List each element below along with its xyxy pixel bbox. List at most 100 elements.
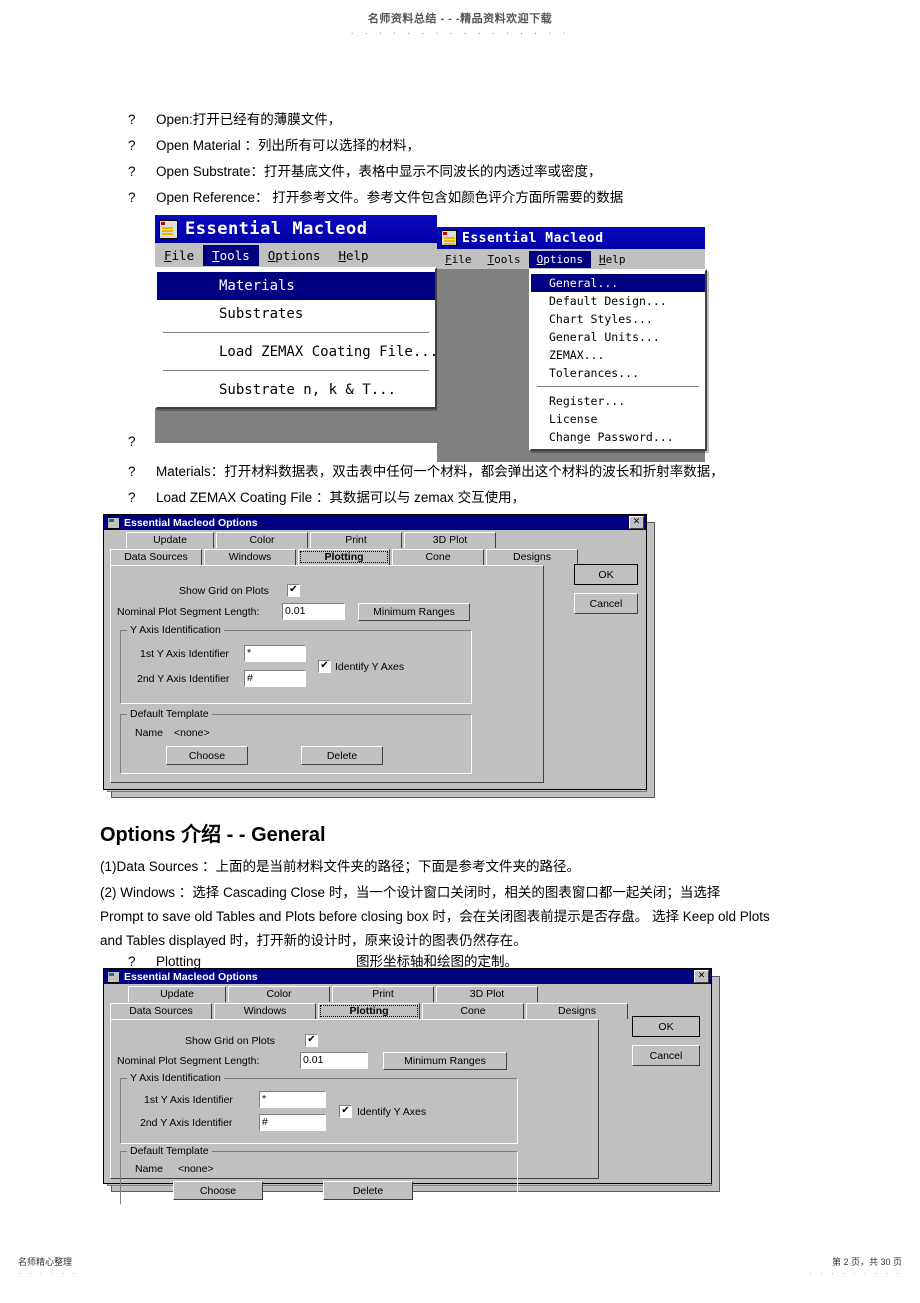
menu-item-load-zemax-coating-file[interactable]: Load ZEMAX Coating File... [157,338,438,366]
close-icon[interactable]: ✕ [629,516,644,529]
tab-designs[interactable]: Designs [526,1003,628,1019]
minimum-ranges-button[interactable]: Minimum Ranges [358,603,470,621]
menu-item-substrate-nkt[interactable]: Substrate n, k & T... [157,376,435,404]
menu-item-materials[interactable]: Materials [157,272,435,300]
menu-item-general[interactable]: General... [531,274,705,292]
cancel-button[interactable]: Cancel [574,593,638,614]
menu-tools[interactable]: Tools [203,244,259,266]
tab-color[interactable]: Color [216,532,308,548]
menu-help[interactable]: Help [329,245,377,266]
tools-commands-list: ? ? Materials：打开材料数据表，双击表中任何一个材料，都会弹出这个材… [128,434,858,512]
bullet-marker: ? [128,434,136,449]
menu-file[interactable]: File [155,245,203,266]
menu-separator [537,386,699,388]
y-axis-identification-group [120,1078,518,1144]
list-item-label: Open:打开已经有的薄膜文件， [156,112,342,127]
first-y-axis-identifier-input[interactable]: * [259,1091,326,1108]
menu-item-default-design[interactable]: Default Design... [531,292,705,310]
show-grid-label: Show Grid on Plots [179,585,269,597]
menu-item-substrates[interactable]: Substrates [157,300,435,328]
tab-print[interactable]: Print [332,986,434,1002]
ok-button[interactable]: OK [574,564,638,585]
tab-plotting[interactable]: Plotting [318,1003,420,1019]
template-name-label: Name [135,1163,164,1175]
page-footer: 名师精心整理 · · · · · · 第 2 页，共 30 页 · · · · … [0,1255,920,1285]
menu-help[interactable]: Help [591,251,634,268]
tab-print[interactable]: Print [310,532,402,548]
macleod-app-icon [159,219,178,239]
tab-plotting[interactable]: Plotting [298,549,390,565]
tab-cone[interactable]: Cone [392,549,484,565]
first-y-axis-identifier-label: 1st Y Axis Identifier [144,1094,233,1106]
nominal-plot-segment-length-input[interactable]: 0.01 [300,1052,368,1069]
list-item-label: Materials：打开材料数据表，双击表中任何一个材料，都会弹出这个材料的波长… [156,464,724,479]
first-y-axis-identifier-label: 1st Y Axis Identifier [140,648,229,660]
delete-button[interactable]: Delete [323,1181,413,1200]
identify-y-axes-checkbox[interactable]: ✔ [318,660,331,673]
tab-update[interactable]: Update [128,986,226,1002]
tab-row-lower: Data Sources Windows Plotting Cone Desig… [110,1003,630,1019]
menu-item-chart-styles[interactable]: Chart Styles... [531,310,705,328]
show-grid-checkbox[interactable]: ✔ [305,1034,318,1047]
window-title-bar: Essential Macleod [155,215,437,243]
menu-file[interactable]: File [437,251,480,268]
menu-item-zemax[interactable]: ZEMAX... [531,346,705,364]
nominal-plot-segment-length-label: Nominal Plot Segment Length: [117,1055,260,1067]
show-grid-checkbox[interactable]: ✔ [287,584,300,597]
tab-windows[interactable]: Windows [204,549,296,565]
tab-color[interactable]: Color [228,986,330,1002]
tab-data-sources[interactable]: Data Sources [110,549,202,565]
y-axis-identification-label: Y Axis Identification [127,624,224,636]
tab-data-sources[interactable]: Data Sources [110,1003,212,1019]
bullet-marker: ? [128,464,136,479]
options-window-icon [107,516,120,529]
window-title: Essential Macleod [185,219,368,239]
identify-y-axes-checkbox[interactable]: ✔ [339,1105,352,1118]
tab-windows[interactable]: Windows [214,1003,316,1019]
options-dialog-1: Essential Macleod Options ✕ Update Color… [103,514,655,798]
tab-cone[interactable]: Cone [422,1003,524,1019]
identify-y-axes-label: Identify Y Axes [357,1106,427,1118]
choose-button[interactable]: Choose [173,1181,263,1200]
menu-item-license[interactable]: License [531,410,705,428]
menu-options[interactable]: Options [259,245,330,266]
list-item: ? Load ZEMAX Coating File ：其数据可以与 zemax … [128,486,858,512]
tab-designs[interactable]: Designs [486,549,578,565]
options-dialog-2: Essential Macleod Options ✕ Update Color… [103,968,720,1205]
window-title-bar: Essential Macleod [437,227,705,249]
bullet-marker: ? [128,112,136,127]
close-icon[interactable]: ✕ [694,970,709,983]
choose-button[interactable]: Choose [166,746,248,765]
list-item-label: Open Material ：列出所有可以选择的材料， [156,138,421,153]
ok-button[interactable]: OK [632,1016,700,1037]
cancel-button[interactable]: Cancel [632,1045,700,1066]
identify-y-axes-label: Identify Y Axes [335,661,405,673]
list-item: ? [128,434,858,460]
list-item-label: Open Substrate：打开基底文件，表格中显示不同波长的内透过率或密度， [156,164,602,179]
nominal-plot-segment-length-input[interactable]: 0.01 [282,603,345,620]
tab-update[interactable]: Update [126,532,214,548]
first-y-axis-identifier-input[interactable]: * [244,645,306,662]
paragraph-data-sources: (1)Data Sources ：上面的是当前材料文件夹的路径；下面是参考文件夹… [100,859,581,874]
open-commands-list: ? Open:打开已经有的薄膜文件， ? Open Material ：列出所有… [128,108,858,212]
dialog-title: Essential Macleod Options [124,516,258,529]
second-y-axis-identifier-input[interactable]: # [244,670,306,687]
header-dot-leader: · · · · · · · · · · · · · · · · [350,28,570,39]
bullet-marker: ? [128,164,136,179]
tab-3d-plot[interactable]: 3D Plot [436,986,538,1002]
menu-item-general-units[interactable]: General Units... [531,328,705,346]
minimum-ranges-button[interactable]: Minimum Ranges [383,1052,507,1070]
menu-item-register[interactable]: Register... [531,392,705,410]
list-item: ? Open Reference： 打开参考文件。参考文件包含如颜色评介方面所需… [128,186,858,212]
menu-options[interactable]: Options [528,250,591,268]
footer-right: 第 2 页，共 30 页 · · · · · · · · · [809,1255,902,1278]
delete-button[interactable]: Delete [301,746,383,765]
menu-separator [163,332,429,334]
menu-tools[interactable]: Tools [480,251,529,268]
second-y-axis-identifier-input[interactable]: # [259,1114,326,1131]
tab-3d-plot[interactable]: 3D Plot [404,532,496,548]
plotting-tab-panel: Show Grid on Plots ✔ Nominal Plot Segmen… [110,1019,599,1205]
page-header-watermark: 名师资料总结 - - -精品资料欢迎下载 · · · · · · · · · ·… [0,10,920,39]
tab-row-upper: Update Color Print 3D Plot [128,986,540,1002]
menu-item-tolerances[interactable]: Tolerances... [531,364,705,382]
